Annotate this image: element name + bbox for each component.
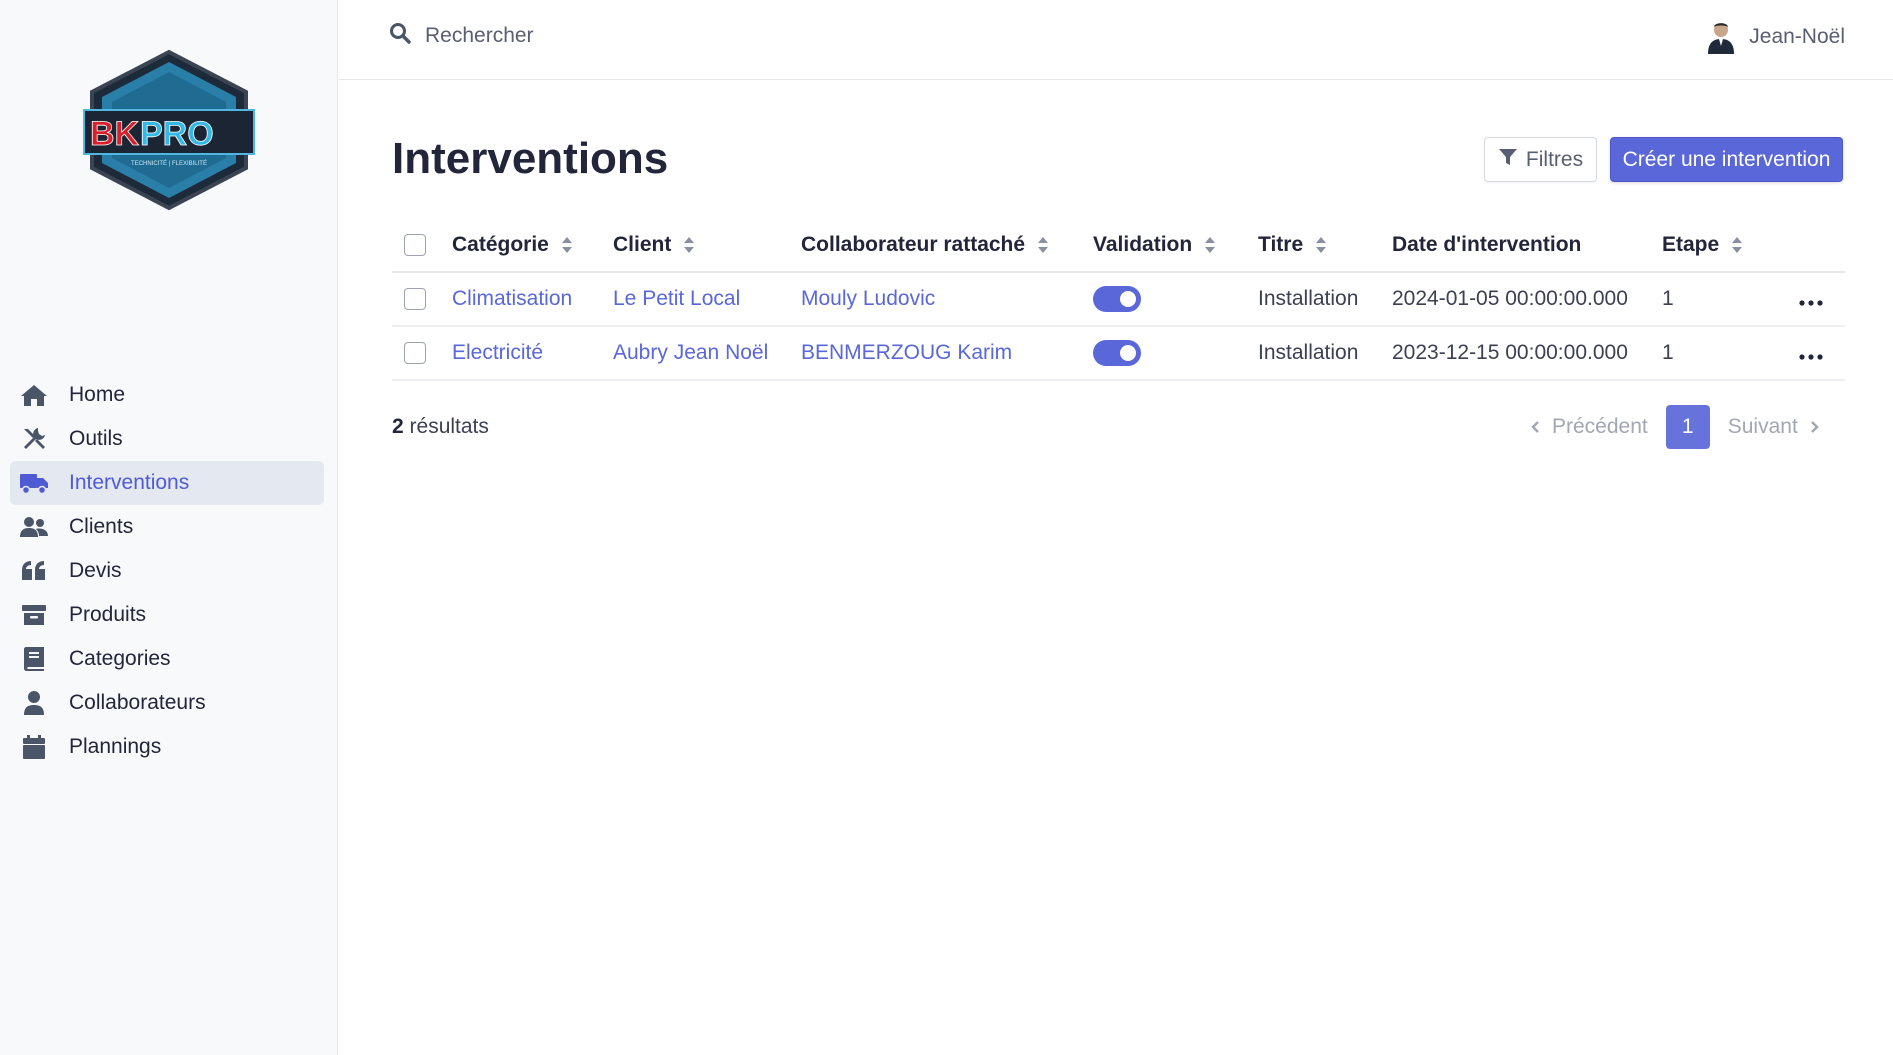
results-count: 2 résultats <box>392 415 489 439</box>
sidebar-item-label: Home <box>69 383 126 406</box>
users-icon <box>18 511 50 543</box>
sidebar-item-label: Interventions <box>69 471 190 494</box>
topbar: Jean-Noël <box>339 0 1893 80</box>
create-intervention-button[interactable]: Créer une intervention <box>1610 137 1843 182</box>
column-header-client[interactable]: Client <box>613 218 801 273</box>
next-label: Suivant <box>1727 415 1798 438</box>
sidebar-item-label: Devis <box>69 559 122 582</box>
svg-text:PRO: PRO <box>140 115 214 153</box>
step-cell: 1 <box>1662 326 1772 381</box>
row-checkbox[interactable] <box>404 342 426 365</box>
category-link[interactable]: Electricité <box>452 341 543 364</box>
date-cell: 2024-01-05 00:00:00.000 <box>1392 272 1662 327</box>
column-header-validation[interactable]: Validation <box>1093 218 1258 273</box>
bkpro-logo[interactable]: BK PRO TECHNICITÉ | FLEXIBILITÉ <box>82 48 256 212</box>
column-header-date: Date d'intervention <box>1392 218 1662 273</box>
sidebar-item-label: Produits <box>69 603 147 626</box>
sidebar-item-label: Collaborateurs <box>69 691 206 714</box>
filter-button-label: Filtres <box>1525 147 1584 171</box>
user-icon <box>18 687 50 719</box>
column-header-actions <box>1772 218 1845 273</box>
svg-text:TECHNICITÉ | FLEXIBILITÉ: TECHNICITÉ | FLEXIBILITÉ <box>131 160 207 167</box>
avatar <box>1708 23 1735 54</box>
results-number: 2 <box>392 415 404 438</box>
title-cell: Installation <box>1258 272 1392 327</box>
sidebar-item-label: Outils <box>69 427 123 450</box>
more-icon <box>1799 354 1823 360</box>
table-row[interactable]: Electricité Aubry Jean Noël BENMERZOUG K… <box>392 326 1845 381</box>
sidebar-item-interventions[interactable]: Interventions <box>10 461 324 505</box>
client-link[interactable]: Aubry Jean Noël <box>613 341 768 364</box>
truck-icon <box>18 467 50 499</box>
validation-toggle[interactable] <box>1093 340 1141 366</box>
sidebar-item-label: Clients <box>69 515 134 538</box>
category-link[interactable]: Climatisation <box>452 287 572 310</box>
select-all-checkbox[interactable] <box>404 233 426 256</box>
sort-icon <box>561 236 572 253</box>
sidebar-item-collaborateurs[interactable]: Collaborateurs <box>10 681 324 725</box>
book-icon <box>18 643 50 675</box>
chevron-left-icon <box>1531 421 1539 433</box>
filter-icon <box>1498 147 1526 173</box>
archive-icon <box>18 599 50 631</box>
sort-icon <box>684 236 695 253</box>
row-checkbox[interactable] <box>404 288 426 311</box>
user-menu[interactable]: Jean-Noël <box>1706 20 1845 54</box>
search-icon <box>389 22 411 49</box>
quote-icon <box>18 555 50 587</box>
table-header-row: Catégorie Client Collaborateur rattaché … <box>392 218 1845 273</box>
svg-text:BK: BK <box>90 115 140 153</box>
collaborator-link[interactable]: Mouly Ludovic <box>801 287 935 310</box>
sidebar-item-outils[interactable]: Outils <box>10 417 324 461</box>
column-header-categorie[interactable]: Catégorie <box>452 218 613 273</box>
title-cell: Installation <box>1258 326 1392 381</box>
home-icon <box>18 379 50 411</box>
pagination: Précédent 1 Suivant <box>1530 405 1820 449</box>
calendar-icon <box>18 731 50 763</box>
collaborator-link[interactable]: BENMERZOUG Karim <box>801 341 1012 364</box>
sidebar-item-produits[interactable]: Produits <box>10 593 324 637</box>
sidebar-item-clients[interactable]: Clients <box>10 505 324 549</box>
sort-icon <box>1316 236 1327 253</box>
validation-toggle[interactable] <box>1093 286 1141 312</box>
previous-label: Précédent <box>1552 415 1648 438</box>
sidebar: BK PRO TECHNICITÉ | FLEXIBILITÉ Home Out… <box>0 0 338 1055</box>
sidebar-item-devis[interactable]: Devis <box>10 549 324 593</box>
column-header-collaborateur[interactable]: Collaborateur rattaché <box>801 218 1093 273</box>
search-bar <box>389 22 725 49</box>
column-header-titre[interactable]: Titre <box>1258 218 1392 273</box>
filter-button[interactable]: Filtres <box>1484 137 1597 182</box>
sidebar-item-label: Categories <box>69 647 171 670</box>
page-number-button[interactable]: 1 <box>1665 405 1710 449</box>
search-input[interactable] <box>425 23 725 48</box>
sidebar-item-home[interactable]: Home <box>10 373 324 417</box>
sidebar-nav: Home Outils Interventions Clients Devis <box>10 373 324 769</box>
results-suffix: résultats <box>403 415 489 438</box>
row-actions-button[interactable] <box>1772 326 1845 381</box>
interventions-table: Catégorie Client Collaborateur rattaché … <box>392 218 1845 381</box>
sort-icon <box>1732 236 1743 253</box>
sort-icon <box>1038 236 1049 253</box>
chevron-right-icon <box>1810 421 1819 433</box>
sidebar-item-label: Plannings <box>69 735 162 758</box>
sort-icon <box>1205 236 1216 253</box>
more-icon <box>1799 300 1823 306</box>
previous-page-button[interactable]: Précédent <box>1530 415 1648 439</box>
row-actions-button[interactable] <box>1772 272 1845 327</box>
create-button-label: Créer une intervention <box>1622 147 1831 171</box>
date-cell: 2023-12-15 00:00:00.000 <box>1392 326 1662 381</box>
tools-icon <box>18 423 50 455</box>
sidebar-item-plannings[interactable]: Plannings <box>10 725 324 769</box>
table-row[interactable]: Climatisation Le Petit Local Mouly Ludov… <box>392 272 1845 327</box>
column-header-etape[interactable]: Etape <box>1662 218 1772 273</box>
sidebar-item-categories[interactable]: Categories <box>10 637 324 681</box>
client-link[interactable]: Le Petit Local <box>613 287 740 310</box>
step-cell: 1 <box>1662 272 1772 327</box>
next-page-button[interactable]: Suivant <box>1728 415 1820 439</box>
user-name: Jean-Noël <box>1749 25 1845 48</box>
page-title: Interventions <box>392 134 669 183</box>
